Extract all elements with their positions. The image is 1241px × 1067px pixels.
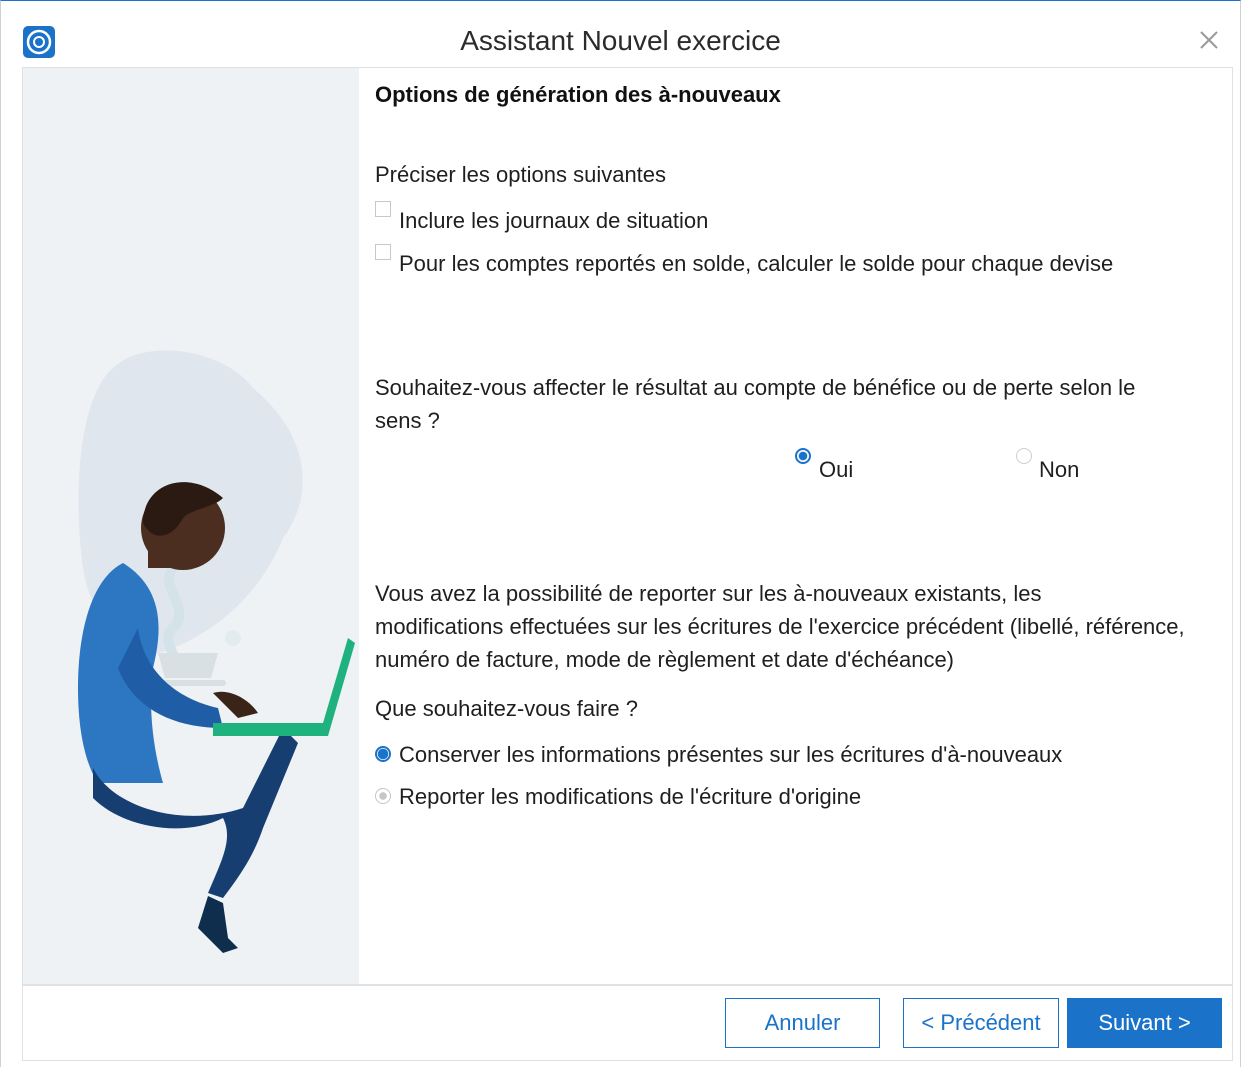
checkbox-solde-devise[interactable] [375, 244, 391, 260]
title-bar: Assistant Nouvel exercice [1, 1, 1240, 67]
radio-oui-label[interactable]: Oui [819, 457, 853, 483]
radio-reporter[interactable] [375, 788, 391, 804]
page-heading: Options de génération des à-nouveaux [375, 82, 781, 107]
wizard-footer: Annuler < Précédent Suivant > [22, 985, 1233, 1061]
radio-conserver-label[interactable]: Conserver les informations présentes sur… [399, 742, 1062, 768]
radio-conserver[interactable] [375, 746, 391, 762]
info-text-line3: numéro de facture, mode de règlement et … [375, 647, 955, 672]
checkbox-solde-devise-label[interactable]: Pour les comptes reportés en solde, calc… [399, 251, 1113, 277]
wizard-content: Options de génération des à-nouveaux Pré… [22, 67, 1233, 985]
next-button[interactable]: Suivant > [1067, 998, 1222, 1048]
question-resultat-line2: sens ? [375, 408, 440, 433]
cancel-button[interactable]: Annuler [725, 998, 880, 1048]
options-panel: Options de génération des à-nouveaux Pré… [375, 68, 1232, 984]
window-title: Assistant Nouvel exercice [460, 25, 781, 56]
previous-button[interactable]: < Précédent [903, 998, 1059, 1048]
person-with-laptop-illustration [78, 350, 355, 953]
checkbox-journaux-situation-label[interactable]: Inclure les journaux de situation [399, 208, 708, 234]
radio-reporter-label[interactable]: Reporter les modifications de l'écriture… [399, 784, 861, 810]
options-intro: Préciser les options suivantes [375, 162, 667, 187]
radio-oui[interactable] [795, 448, 811, 464]
radio-non[interactable] [1016, 448, 1032, 464]
illustration-panel [23, 68, 359, 984]
close-icon[interactable] [1194, 25, 1224, 55]
radio-non-label[interactable]: Non [1039, 457, 1079, 483]
info-text-line1: Vous avez la possibilité de reporter sur… [375, 581, 1042, 606]
checkbox-journaux-situation[interactable] [375, 201, 391, 217]
wizard-window: Assistant Nouvel exercice Options de gén… [0, 0, 1241, 1067]
info-text-line2: modifications effectuées sur les écritur… [375, 614, 1185, 639]
question-resultat-line1: Souhaitez-vous affecter le résultat au c… [375, 375, 1136, 400]
question-action: Que souhaitez-vous faire ? [375, 696, 638, 721]
